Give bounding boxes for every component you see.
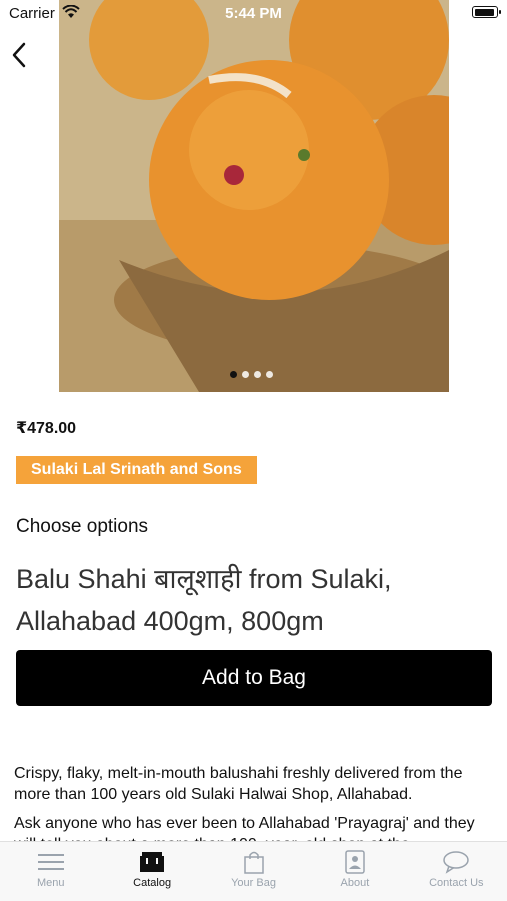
options-heading: Choose options [16,516,149,537]
menu-icon [37,854,64,870]
brand-badge[interactable]: Sulaki Lal Srinath and Sons [16,456,257,484]
product-title: Balu Shahi बालूशाही from Sulaki, Allahab… [16,564,392,636]
product-photo [59,0,449,392]
page-dot[interactable] [242,371,249,378]
tab-label: Menu [36,877,65,889]
carousel-page-indicator[interactable] [230,371,273,381]
tab-label: Contact Us [429,877,484,889]
add-to-bag-button[interactable]: Add to Bag [16,650,492,706]
back-button[interactable] [6,38,34,72]
catalog-icon [140,852,165,872]
tab-catalog[interactable]: Catalog [101,842,202,901]
product-price: ₹478.00 [16,420,77,437]
about-icon [345,850,365,874]
page-dot[interactable] [266,371,273,378]
battery-icon [472,6,501,18]
tab-bar: Menu Catalog Your Bag About Contact Us [0,841,507,901]
page-dot[interactable] [254,371,261,378]
tab-your-bag[interactable]: Your Bag [203,842,304,901]
status-bar: Carrier 5:44 PM [0,0,507,28]
tab-menu[interactable]: Menu [0,842,101,901]
tab-label: Your Bag [231,877,276,889]
tab-label: About [340,877,370,889]
clock: 5:44 PM [225,5,282,22]
description-paragraph: Crispy, flaky, melt-in-mouth balushahi f… [14,765,463,803]
bag-icon [243,851,264,874]
chat-icon [443,851,470,874]
tab-contact-us[interactable]: Contact Us [406,842,507,901]
product-image-carousel[interactable]: Carrier 5:44 PM [0,0,507,392]
chevron-left-icon [12,42,26,68]
tab-label: Catalog [133,877,172,889]
page-dot[interactable] [230,371,237,378]
tab-about[interactable]: About [304,842,405,901]
